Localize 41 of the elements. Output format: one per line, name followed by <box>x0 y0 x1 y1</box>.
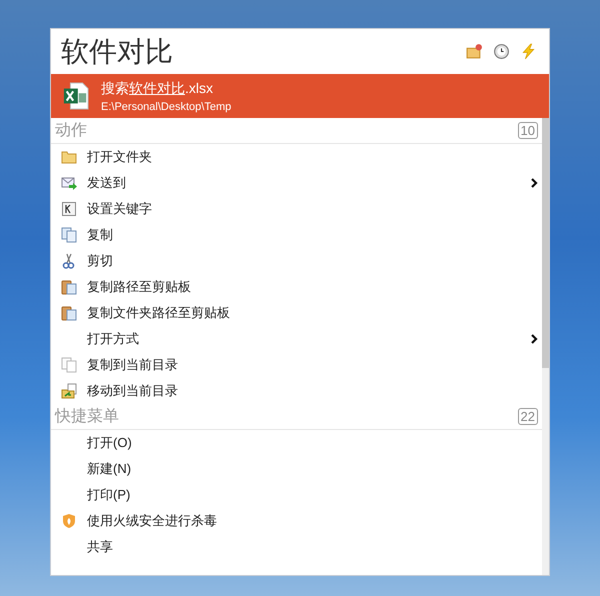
file-name: 搜索软件对比.xlsx <box>101 80 214 98</box>
clipboard-icon <box>61 279 77 295</box>
menu-item[interactable]: 复制 <box>51 222 542 248</box>
folder-document-icon <box>61 383 77 399</box>
file-path: E:\Personal\Desktop\Temp <box>101 100 232 112</box>
count-badge: 10 <box>518 122 538 139</box>
copy-icon <box>61 227 77 243</box>
menu-item[interactable]: 共享 <box>51 534 542 560</box>
menu-item[interactable]: 发送到 <box>51 170 542 196</box>
folder-heart-icon[interactable] <box>466 43 483 60</box>
menu-item[interactable]: 打开方式 <box>51 326 542 352</box>
menu-item[interactable]: 移动到当前目录 <box>51 378 542 404</box>
chevron-right-icon <box>530 177 538 189</box>
key-letter-icon <box>61 201 77 217</box>
menu-item[interactable]: 打印(P) <box>51 482 542 508</box>
selected-result[interactable]: 搜索软件对比.xlsx E:\Personal\Desktop\Temp <box>51 74 549 118</box>
menu-item[interactable]: 设置关键字 <box>51 196 542 222</box>
search-query: 软件对比 <box>61 34 173 68</box>
copy-icon <box>61 357 77 373</box>
chevron-right-icon <box>530 333 538 345</box>
section-title: 动作 <box>55 121 87 141</box>
shield-flame-icon <box>61 513 77 529</box>
menu-item[interactable]: 复制文件夹路径至剪贴板 <box>51 300 542 326</box>
section-title: 快捷菜单 <box>55 406 119 427</box>
menu-item[interactable]: 剪切 <box>51 248 542 274</box>
scrollbar-thumb[interactable] <box>542 118 549 368</box>
menu-item[interactable]: 复制到当前目录 <box>51 352 542 378</box>
lightning-icon[interactable] <box>520 43 537 60</box>
menu-item[interactable]: 新建(N) <box>51 456 542 482</box>
folder-icon <box>61 149 77 165</box>
spreadsheet-file-icon <box>63 81 89 111</box>
clock-icon[interactable] <box>493 43 510 60</box>
menu-item[interactable]: 打开(O) <box>51 430 542 456</box>
menu-item[interactable]: 使用火绒安全进行杀毒 <box>51 508 542 534</box>
scrollbar[interactable] <box>542 118 549 575</box>
menu-item[interactable]: 复制路径至剪贴板 <box>51 274 542 300</box>
count-badge: 22 <box>518 408 538 425</box>
menu-item[interactable]: 打开文件夹 <box>51 144 542 170</box>
envelope-arrow-icon <box>61 175 77 191</box>
scissors-icon <box>61 253 77 269</box>
clipboard-icon <box>61 305 77 321</box>
